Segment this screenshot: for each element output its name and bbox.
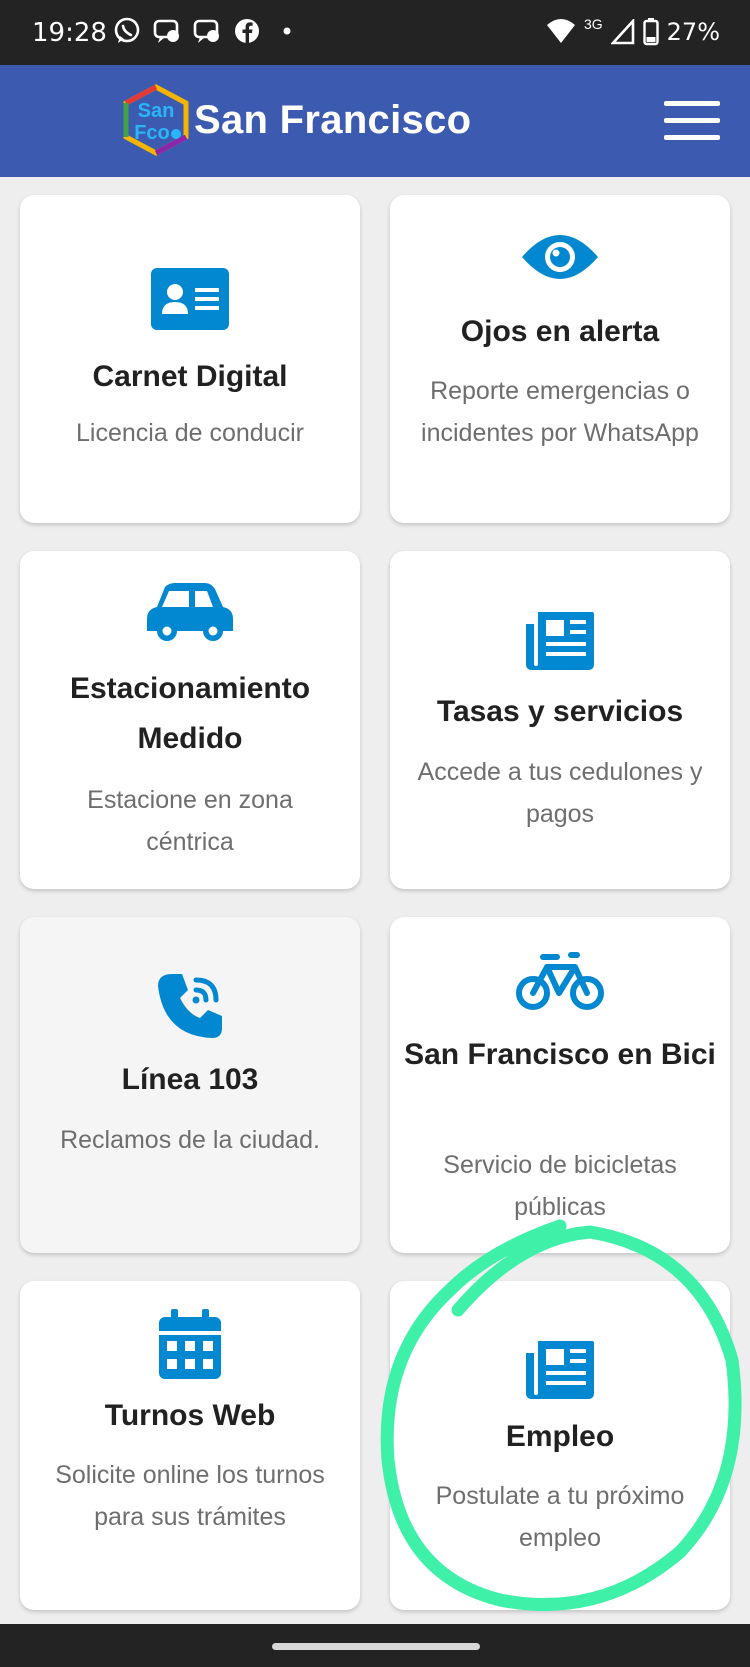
- chat-bubble-icon: [153, 19, 179, 43]
- card-description: Licencia de conducir: [76, 419, 304, 447]
- card-description: Accede a tus cedulones y pagos: [417, 758, 703, 828]
- svg-text:San: San: [138, 100, 175, 122]
- facebook-icon: [235, 19, 259, 43]
- cell-signal-icon: [610, 19, 634, 45]
- app-title: San Francisco: [194, 98, 472, 142]
- san-francisco-logo: San Fco: [123, 84, 189, 156]
- system-navigation-bar: [0, 1624, 750, 1667]
- notification-icons: [112, 16, 302, 46]
- app-bar: San Fco San Francisco: [0, 65, 750, 177]
- card-ojos-en-alerta[interactable]: Ojos en alerta Reporte emergencias o inc…: [390, 195, 730, 523]
- card-carnet-digital[interactable]: Carnet Digital Licencia de conducir: [20, 195, 360, 523]
- calendar-icon: [159, 1309, 221, 1379]
- card-title: Empleo: [505, 1420, 615, 1453]
- status-bar: 19:28 3G 27%: [0, 0, 750, 65]
- hamburger-menu-button[interactable]: [664, 101, 720, 141]
- menu-bar: [664, 118, 720, 123]
- whatsapp-icon: [114, 17, 140, 43]
- card-title: Carnet Digital: [92, 360, 288, 393]
- card-title: Línea 103: [121, 1063, 259, 1096]
- card-title: Turnos Web: [104, 1399, 276, 1432]
- card-tasas-y-servicios[interactable]: Tasas y servicios Accede a tus cedulones…: [390, 551, 730, 889]
- status-time: 19:28: [32, 18, 107, 48]
- newspaper-icon: [526, 1341, 594, 1399]
- menu-bar: [664, 135, 720, 140]
- card-description: Postulate a tu próximo empleo: [435, 1482, 685, 1552]
- battery-percent: 27%: [666, 18, 720, 46]
- card-title: Ojos en alerta: [460, 315, 660, 348]
- newspaper-icon: [526, 612, 594, 670]
- car-icon: [147, 583, 233, 641]
- phone-signal-icon: [158, 974, 222, 1038]
- card-description: Reporte emergencias o incidentes por Wha…: [421, 377, 699, 447]
- bicycle-icon: [516, 952, 604, 1010]
- card-title: Tasas y servicios: [436, 695, 684, 728]
- dot-icon: [283, 27, 291, 35]
- home-gesture-handle[interactable]: [272, 1643, 480, 1650]
- menu-bar: [664, 101, 720, 106]
- svg-text:Fco: Fco: [134, 122, 170, 144]
- network-type: 3G: [583, 16, 603, 32]
- card-description: Servicio de bicicletas públicas: [443, 1151, 677, 1221]
- wifi-icon: [546, 19, 575, 43]
- card-san-francisco-en-bici[interactable]: San Francisco en Bici Servicio de bicicl…: [390, 917, 730, 1253]
- system-status: 3G 27%: [546, 16, 720, 46]
- card-empleo[interactable]: Empleo Postulate a tu próximo empleo: [390, 1281, 730, 1610]
- id-card-icon: [151, 268, 229, 330]
- card-linea-103[interactable]: Línea 103 Reclamos de la ciudad.: [20, 917, 360, 1253]
- card-turnos-web[interactable]: Turnos Web Solicite online los turnos pa…: [20, 1281, 360, 1610]
- card-estacionamiento-medido[interactable]: Estacionamiento Medido Estacione en zona…: [20, 551, 360, 889]
- card-description: Reclamos de la ciudad.: [60, 1126, 320, 1154]
- battery-icon: [642, 18, 659, 46]
- eye-icon: [522, 235, 598, 279]
- card-title: Estacionamiento Medido: [69, 672, 311, 755]
- card-description: Solicite online los turnos para sus trám…: [55, 1461, 325, 1531]
- card-title: San Francisco en Bici: [404, 1038, 716, 1071]
- chat-bubble-icon: [193, 19, 219, 43]
- card-description: Estacione en zona céntrica: [87, 786, 293, 856]
